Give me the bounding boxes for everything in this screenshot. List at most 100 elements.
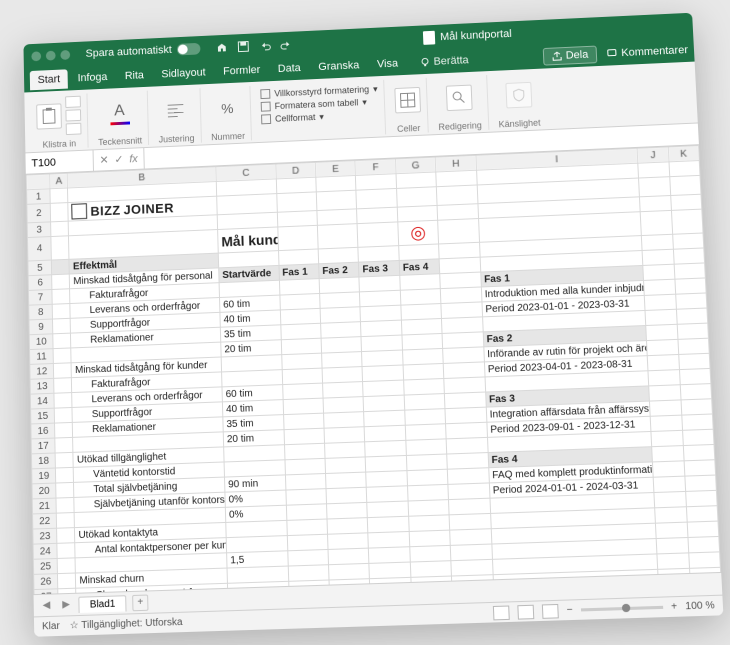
cell[interactable] [276, 177, 316, 193]
share-button[interactable]: Dela [542, 45, 597, 65]
cell[interactable] [446, 437, 487, 454]
row-header[interactable]: 25 [33, 558, 57, 574]
maximize-icon[interactable] [60, 49, 70, 59]
cell[interactable] [369, 546, 410, 563]
cell[interactable] [323, 381, 364, 398]
cell[interactable] [280, 293, 321, 309]
undo-icon[interactable] [258, 39, 270, 51]
row-header[interactable]: 18 [31, 452, 55, 468]
zoom-in-button[interactable]: + [671, 601, 678, 613]
cell[interactable] [327, 502, 368, 519]
cell[interactable] [329, 563, 370, 580]
cell[interactable] [288, 564, 329, 581]
row-header[interactable]: 15 [31, 408, 55, 424]
cell[interactable] [638, 161, 669, 177]
cell[interactable] [57, 527, 75, 543]
cell[interactable] [400, 288, 441, 305]
cell[interactable] [324, 411, 365, 428]
cell[interactable] [653, 460, 685, 476]
cell[interactable] [50, 202, 68, 221]
cell[interactable] [366, 455, 407, 472]
row-header[interactable]: 27 [34, 588, 58, 593]
cell[interactable] [681, 398, 713, 414]
cell[interactable] [657, 552, 689, 568]
cell[interactable] [398, 243, 439, 260]
cell[interactable] [677, 323, 709, 339]
zoom-out-button[interactable]: − [566, 604, 572, 616]
cell[interactable] [324, 426, 365, 443]
cell[interactable] [402, 348, 443, 365]
name-box[interactable]: T100 [25, 150, 94, 173]
cell[interactable] [639, 176, 670, 196]
font-color-icon[interactable] [110, 121, 130, 125]
cell[interactable]: Mål kundportal [218, 226, 279, 252]
cell[interactable] [367, 485, 408, 502]
cell[interactable]: Fas 1 [279, 263, 320, 279]
cell[interactable] [447, 452, 488, 469]
tab-infoga[interactable]: Infoga [70, 67, 116, 88]
cell[interactable] [402, 333, 443, 350]
cell[interactable] [322, 366, 363, 383]
cell[interactable] [642, 249, 673, 265]
cut-button[interactable] [65, 95, 81, 107]
cell[interactable] [53, 318, 71, 334]
cell[interactable] [653, 476, 685, 492]
cell[interactable] [328, 532, 369, 549]
home-icon[interactable] [215, 41, 227, 53]
cell[interactable] [682, 429, 714, 445]
cell[interactable] [681, 413, 713, 429]
window-controls[interactable] [31, 49, 70, 60]
cell[interactable] [277, 210, 317, 226]
cell[interactable] [357, 207, 398, 223]
row-header[interactable]: 1 [27, 188, 51, 204]
cell[interactable] [277, 225, 318, 250]
cell[interactable] [656, 522, 688, 538]
cell[interactable] [52, 274, 70, 289]
cell[interactable] [357, 221, 398, 246]
cell[interactable] [669, 175, 701, 195]
cell[interactable] [217, 193, 277, 214]
cell[interactable] [54, 407, 72, 423]
autosave-toggle[interactable]: Spara automatiskt [85, 42, 200, 59]
editing-button[interactable] [446, 84, 473, 111]
cell[interactable] [448, 482, 490, 499]
cell[interactable] [408, 514, 449, 531]
cell[interactable] [655, 506, 687, 522]
cell[interactable] [401, 303, 442, 320]
cell[interactable] [282, 368, 323, 385]
cell[interactable] [688, 551, 720, 567]
cell[interactable] [320, 291, 361, 307]
cell[interactable] [285, 458, 326, 475]
cell[interactable] [645, 294, 676, 310]
cell[interactable] [316, 175, 356, 191]
cell[interactable] [52, 288, 70, 303]
cell[interactable] [326, 487, 367, 504]
cell[interactable] [448, 467, 489, 484]
cell[interactable] [651, 430, 683, 446]
zoom-slider[interactable] [581, 605, 663, 611]
cell[interactable] [52, 259, 70, 274]
cell[interactable] [362, 365, 403, 382]
spreadsheet-grid[interactable]: A B C D E F G H I J K 12BIZZJOINER34Mål … [26, 145, 721, 594]
cell[interactable] [358, 245, 399, 261]
sheet-tab-1[interactable]: Blad1 [79, 594, 127, 612]
cell[interactable] [356, 173, 397, 189]
cell[interactable] [685, 490, 717, 506]
cancel-formula-icon[interactable]: ✕ [99, 153, 108, 166]
cell[interactable] [226, 535, 287, 552]
cell[interactable] [363, 380, 404, 397]
cell[interactable] [669, 160, 700, 176]
cell[interactable] [360, 305, 401, 322]
cell[interactable] [326, 472, 367, 489]
cell[interactable] [439, 257, 480, 274]
cell[interactable] [409, 530, 450, 547]
cell[interactable] [648, 354, 680, 370]
cell[interactable] [687, 521, 719, 537]
cell[interactable] [325, 441, 366, 458]
cell[interactable] [640, 195, 671, 211]
cell[interactable] [280, 308, 321, 324]
cell[interactable] [285, 473, 326, 490]
cell[interactable] [226, 520, 287, 537]
tab-sidlayout[interactable]: Sidlayout [153, 62, 213, 84]
cell[interactable] [442, 316, 483, 333]
